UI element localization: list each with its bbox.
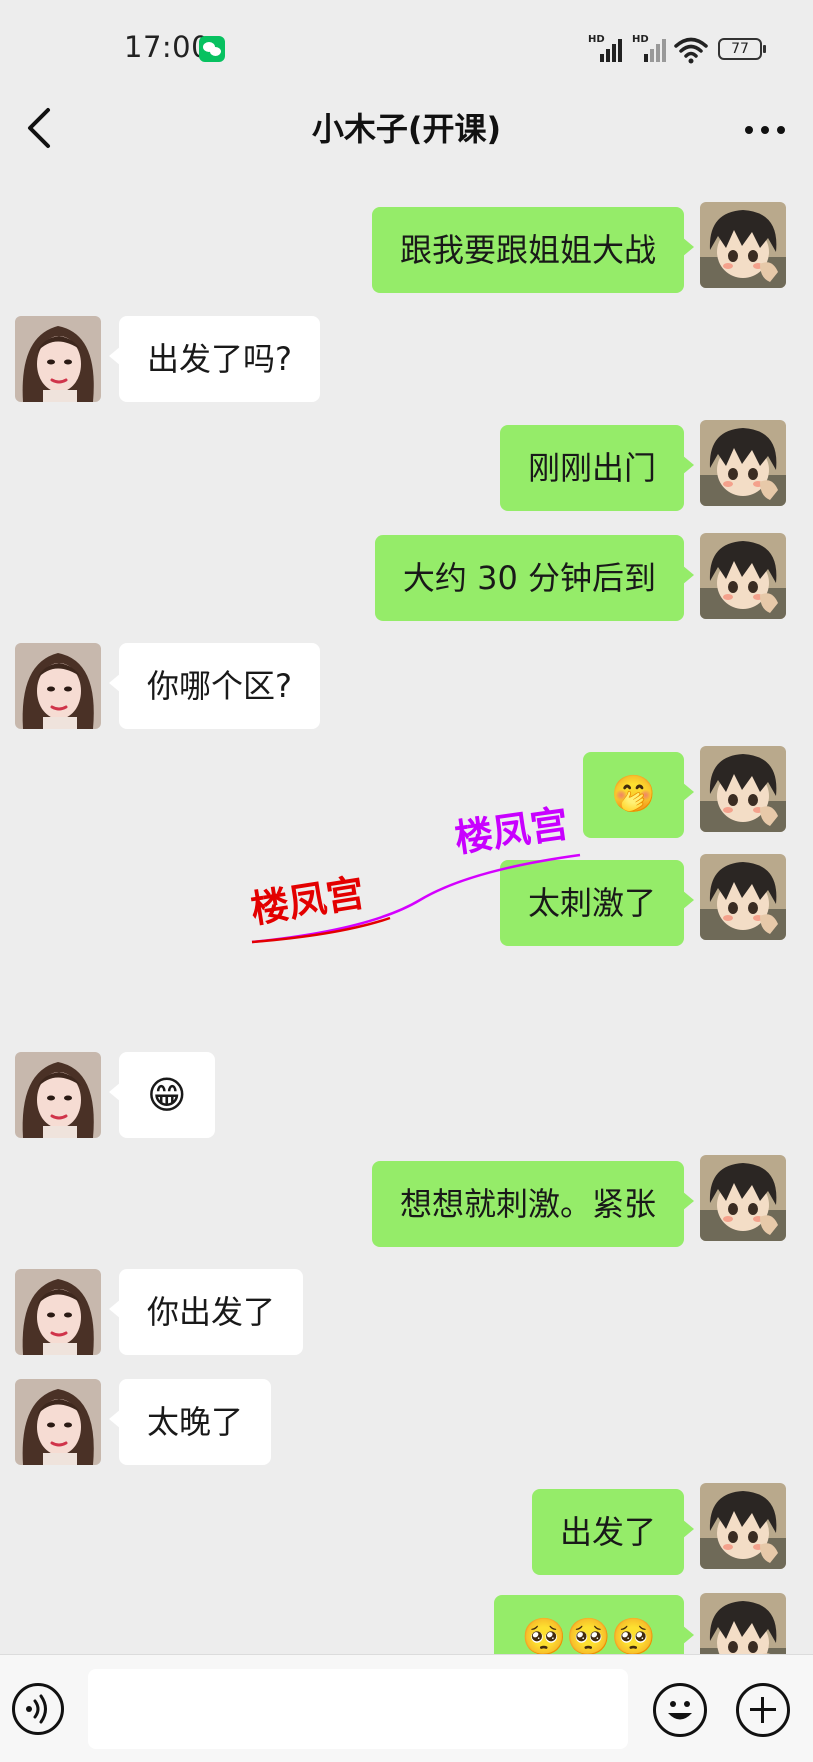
my-avatar[interactable] — [700, 1155, 786, 1241]
signal-icon-1: HD — [588, 34, 624, 62]
voice-icon — [26, 1694, 47, 1724]
more-dots-icon — [745, 126, 753, 134]
message-row: 你哪个区? — [0, 643, 813, 733]
my-avatar[interactable] — [700, 533, 786, 619]
more-actions-button[interactable] — [736, 1683, 790, 1737]
message-bubble[interactable]: 😁 — [109, 1052, 215, 1138]
hd-label-1: HD — [588, 34, 605, 45]
message-row: 想想就刺激。紧张 — [0, 1155, 813, 1247]
contact-avatar[interactable] — [15, 316, 101, 402]
my-avatar[interactable] — [700, 854, 786, 940]
message-bubble[interactable]: 刚刚出门 — [499, 425, 695, 511]
chat-header: 小木子(开课) — [0, 96, 813, 156]
message-bubble[interactable]: 你哪个区? — [109, 643, 320, 729]
emoji-icon — [668, 1701, 692, 1720]
contact-avatar[interactable] — [15, 643, 101, 729]
emoji-button[interactable] — [653, 1683, 707, 1737]
chat-title: 小木子(开课) — [311, 110, 502, 148]
message-row: 大约 30 分钟后到 — [0, 533, 813, 623]
more-button[interactable] — [737, 100, 793, 156]
wifi-icon — [674, 37, 708, 64]
status-bar: 17:00 HD HD 77 — [0, 0, 813, 96]
my-avatar[interactable] — [700, 746, 786, 832]
message-bubble[interactable]: 你出发了 — [108, 1269, 304, 1355]
message-bubble[interactable]: 想想就刺激。紧张 — [371, 1161, 695, 1247]
battery-indicator: 77 — [718, 38, 766, 60]
message-row: 🥺🥺🥺 — [0, 1593, 813, 1654]
contact-avatar[interactable] — [15, 1052, 101, 1138]
message-bubble[interactable]: 出发了吗? — [109, 316, 320, 402]
message-bubble[interactable]: 🤭 — [583, 752, 694, 838]
message-bubble[interactable]: 大约 30 分钟后到 — [374, 535, 695, 621]
message-bubble[interactable]: 🥺🥺🥺 — [493, 1595, 695, 1654]
hd-label-2: HD — [632, 34, 649, 45]
message-bubble[interactable]: 太晚了 — [108, 1379, 272, 1465]
message-row: 刚刚出门 — [0, 420, 813, 511]
my-avatar[interactable] — [700, 202, 786, 288]
contact-avatar[interactable] — [15, 1269, 101, 1355]
message-row: 😁 — [0, 1052, 813, 1142]
message-input[interactable] — [88, 1669, 628, 1749]
message-row: 出发了吗? — [0, 316, 813, 406]
my-avatar[interactable] — [700, 1593, 786, 1654]
my-avatar[interactable] — [700, 420, 786, 506]
my-avatar[interactable] — [700, 1483, 786, 1569]
contact-avatar[interactable] — [15, 1379, 101, 1465]
status-time: 17:00 — [124, 30, 211, 64]
message-row: 出发了 — [0, 1483, 813, 1575]
wechat-icon — [199, 36, 225, 62]
message-row: 你出发了 — [0, 1269, 813, 1359]
message-bubble[interactable]: 出发了 — [531, 1489, 695, 1575]
signal-icon-2: HD — [632, 34, 668, 62]
message-bubble[interactable]: 跟我要跟姐姐大战 — [371, 207, 695, 293]
message-row: 太晚了 — [0, 1379, 813, 1469]
message-row: 跟我要跟姐姐大战 — [0, 202, 813, 293]
voice-button[interactable] — [12, 1683, 64, 1735]
input-bar — [0, 1654, 813, 1762]
